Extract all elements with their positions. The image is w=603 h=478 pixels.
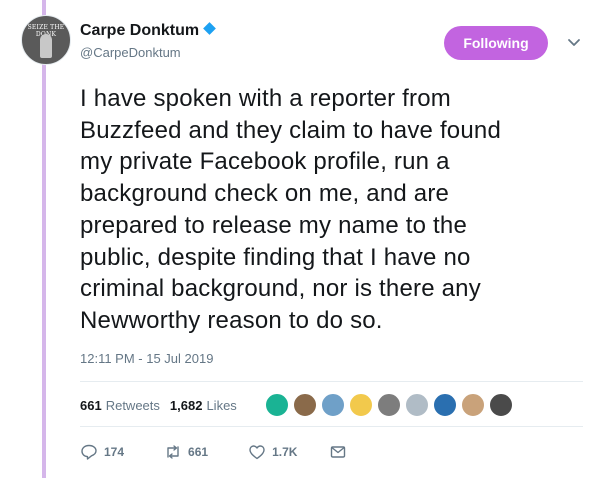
- divider: [80, 426, 583, 427]
- handle[interactable]: @CarpeDonktum: [80, 45, 214, 60]
- liker-avatar[interactable]: [321, 393, 345, 417]
- liker-avatar[interactable]: [349, 393, 373, 417]
- tweet-line: criminal background, nor is there any: [80, 275, 481, 303]
- mail-icon: [331, 446, 346, 458]
- verified-badge-icon: [203, 22, 216, 35]
- divider: [80, 381, 583, 382]
- retweets-stat[interactable]: 661 Retweets: [80, 398, 160, 413]
- tweet-text: I have spoken with a reporter from Buzzf…: [80, 83, 570, 337]
- retweets-count: 661: [80, 398, 102, 413]
- liker-avatar[interactable]: [433, 393, 457, 417]
- retweet-icon: [167, 445, 179, 459]
- author-info: Carpe Donktum @CarpeDonktum: [80, 22, 216, 60]
- liker-avatar[interactable]: [461, 393, 485, 417]
- liker-avatars: [265, 393, 517, 417]
- following-button[interactable]: Following: [444, 26, 548, 60]
- reply-icon: [81, 444, 97, 460]
- like-action[interactable]: 1.7K: [248, 443, 297, 461]
- tweet-stats: 661 Retweets 1,682 Likes: [80, 398, 237, 413]
- reply-action[interactable]: 174: [80, 443, 124, 461]
- tweet-line: Newworthy reason to do so.: [80, 306, 383, 334]
- tweet-line: prepared to release my name to the: [80, 211, 468, 239]
- liker-avatar[interactable]: [293, 393, 317, 417]
- chevron-down-icon[interactable]: [567, 35, 581, 49]
- liker-avatar[interactable]: [489, 393, 513, 417]
- heart-icon: [249, 445, 265, 460]
- tweet-line: I have spoken with a reporter from: [80, 85, 451, 112]
- retweet-action[interactable]: 661: [164, 443, 208, 461]
- likes-stat[interactable]: 1,682 Likes: [170, 398, 237, 413]
- tweet-line: public, despite finding that I have no: [80, 243, 471, 271]
- likes-count: 1,682: [169, 398, 203, 413]
- timestamp[interactable]: 12:11 PM - 15 Jul 2019: [80, 351, 213, 366]
- retweet-count: 661: [188, 445, 209, 459]
- avatar[interactable]: SEIZE THE DONK: [21, 15, 71, 65]
- tweet-line: Buzzfeed and they claim to have found: [80, 116, 502, 144]
- retweets-label: Retweets: [105, 398, 160, 413]
- tweet-line: background check on me, and are: [80, 180, 450, 208]
- avatar-figure: [40, 34, 52, 58]
- likes-label: Likes: [206, 398, 237, 413]
- liker-avatar[interactable]: [265, 393, 289, 417]
- like-count: 1.7K: [272, 445, 298, 459]
- display-name[interactable]: Carpe Donktum: [80, 22, 199, 39]
- thread-line: [42, 0, 46, 478]
- tweet-actions: 174 661 1.7K: [80, 443, 353, 461]
- tweet-line: my private Facebook profile, run a: [80, 148, 450, 176]
- direct-message-action[interactable]: [329, 443, 353, 461]
- liker-avatar[interactable]: [405, 393, 429, 417]
- liker-avatar[interactable]: [377, 393, 401, 417]
- reply-count: 174: [104, 445, 125, 459]
